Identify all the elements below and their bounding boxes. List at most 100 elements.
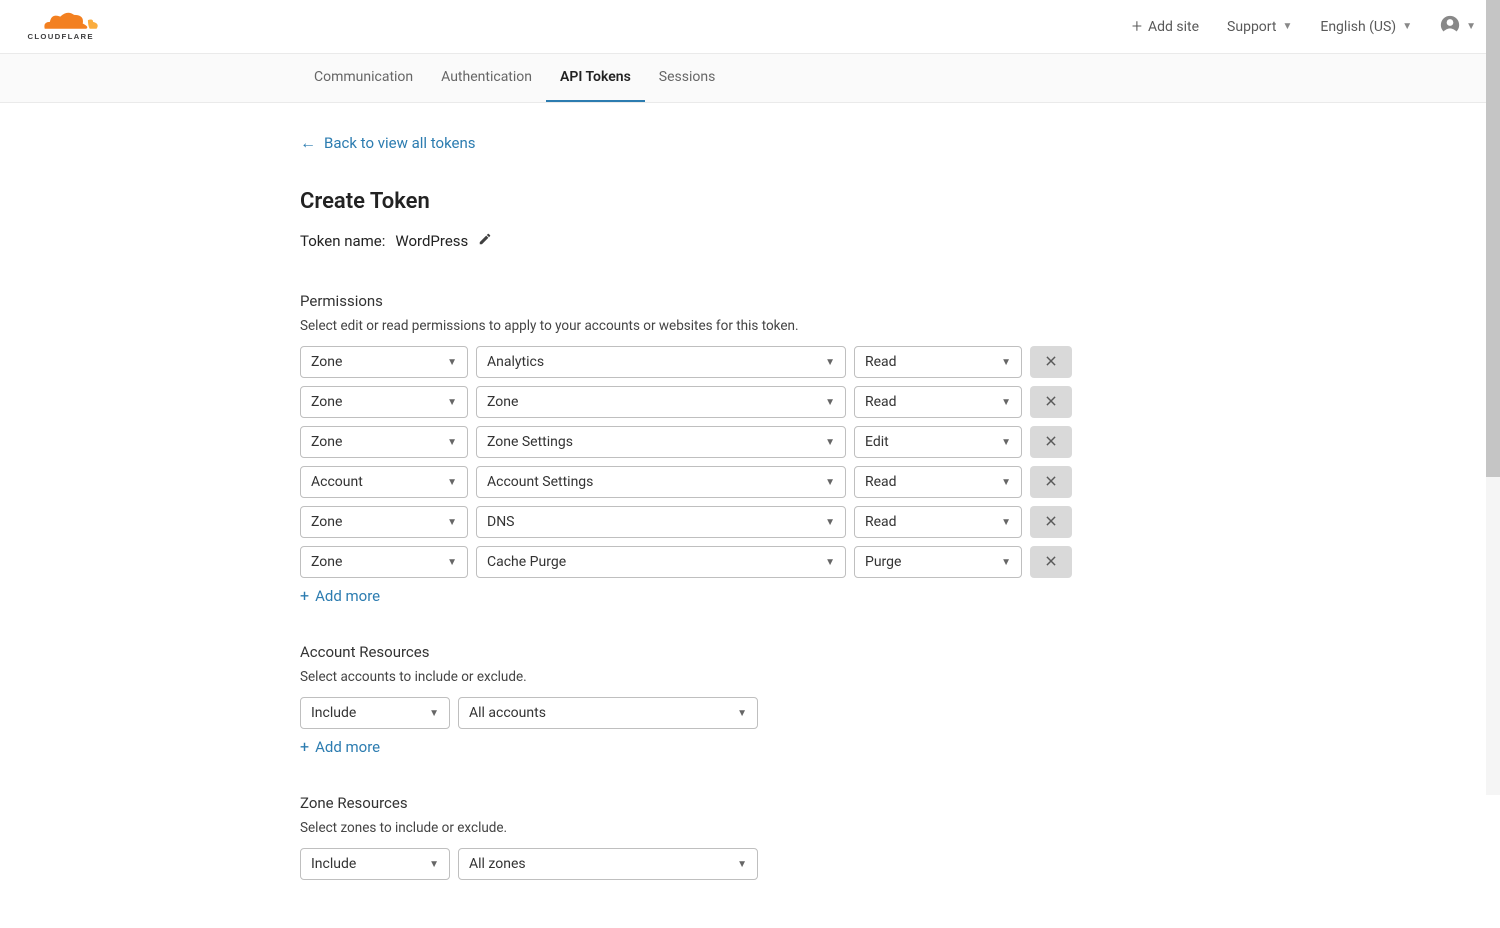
plus-icon: + bbox=[1132, 18, 1142, 36]
delete-row-button[interactable] bbox=[1030, 546, 1072, 578]
select-value: Read bbox=[865, 394, 897, 410]
edit-icon[interactable] bbox=[478, 232, 492, 250]
close-icon bbox=[1044, 394, 1058, 411]
select-value: Zone bbox=[311, 394, 342, 410]
caret-down-icon: ▼ bbox=[1466, 21, 1476, 32]
caret-down-icon: ▼ bbox=[1001, 477, 1011, 488]
caret-down-icon: ▼ bbox=[1001, 517, 1011, 528]
scope-select[interactable]: Account▼ bbox=[300, 466, 468, 498]
target-select[interactable]: All zones▼ bbox=[458, 848, 758, 880]
select-value: Zone bbox=[311, 434, 342, 450]
action-select[interactable]: Include▼ bbox=[300, 848, 450, 880]
top-header: CLOUDFLARE + Add site Support ▼ English … bbox=[0, 0, 1500, 54]
resource-select[interactable]: DNS▼ bbox=[476, 506, 846, 538]
add-site-link[interactable]: + Add site bbox=[1132, 18, 1199, 36]
support-dropdown[interactable]: Support ▼ bbox=[1227, 19, 1292, 35]
back-link[interactable]: ← Back to view all tokens bbox=[300, 133, 1200, 153]
select-value: Analytics bbox=[487, 354, 544, 370]
add-account-resource-button[interactable]: + Add more bbox=[300, 737, 1200, 756]
tab-sessions[interactable]: Sessions bbox=[645, 54, 730, 102]
add-permission-button[interactable]: + Add more bbox=[300, 586, 1200, 605]
access-select[interactable]: Edit ▼ bbox=[854, 426, 1022, 458]
select-value: Include bbox=[311, 705, 356, 721]
delete-row-button[interactable] bbox=[1030, 386, 1072, 418]
tab-authentication[interactable]: Authentication bbox=[427, 54, 546, 102]
select-value: Include bbox=[311, 856, 356, 872]
account-dropdown[interactable]: ▼ bbox=[1440, 15, 1476, 39]
caret-down-icon: ▼ bbox=[447, 397, 457, 408]
permission-row: Zone▼Zone▼Read▼ bbox=[300, 386, 1200, 418]
token-name-row: Token name: WordPress bbox=[300, 232, 1200, 250]
page-title: Create Token bbox=[300, 189, 1200, 214]
header-right: + Add site Support ▼ English (US) ▼ ▼ bbox=[1132, 15, 1476, 39]
access-select[interactable]: Purge▼ bbox=[854, 546, 1022, 578]
caret-down-icon: ▼ bbox=[1402, 21, 1412, 32]
access-select[interactable]: Read▼ bbox=[854, 386, 1022, 418]
scrollbar[interactable] bbox=[1486, 0, 1500, 795]
scope-select[interactable]: Zone▼ bbox=[300, 546, 468, 578]
permission-row: Zone▼Zone Settings▼Edit▼ bbox=[300, 426, 1200, 458]
permissions-desc: Select edit or read permissions to apply… bbox=[300, 318, 1200, 334]
select-value: Edit bbox=[865, 434, 889, 450]
caret-down-icon: ▼ bbox=[447, 477, 457, 488]
access-select[interactable]: Read▼ bbox=[854, 466, 1022, 498]
resource-select[interactable]: Account Settings▼ bbox=[476, 466, 846, 498]
caret-down-icon: ▼ bbox=[447, 357, 457, 368]
delete-row-button[interactable] bbox=[1030, 466, 1072, 498]
caret-down-icon: ▼ bbox=[737, 859, 747, 870]
account-resources-section: Account Resources Select accounts to inc… bbox=[300, 643, 1200, 756]
select-value: All accounts bbox=[469, 705, 546, 721]
tab-api-tokens[interactable]: API Tokens bbox=[546, 54, 645, 102]
select-value: Purge bbox=[865, 554, 901, 570]
plus-icon: + bbox=[300, 737, 309, 756]
resource-select[interactable]: Analytics▼ bbox=[476, 346, 846, 378]
caret-down-icon: ▼ bbox=[825, 437, 835, 448]
support-label: Support bbox=[1227, 19, 1276, 35]
svg-text:CLOUDFLARE: CLOUDFLARE bbox=[27, 32, 93, 41]
language-label: English (US) bbox=[1320, 19, 1396, 35]
caret-down-icon: ▼ bbox=[447, 557, 457, 568]
main-content: ← Back to view all tokens Create Token T… bbox=[300, 103, 1200, 928]
zone-resources-section: Zone Resources Select zones to include o… bbox=[300, 794, 1200, 880]
tab-communication[interactable]: Communication bbox=[300, 54, 427, 102]
close-icon bbox=[1044, 354, 1058, 371]
cloudflare-logo[interactable]: CLOUDFLARE bbox=[24, 11, 119, 43]
add-site-label: Add site bbox=[1148, 19, 1199, 35]
resource-select[interactable]: Cache Purge▼ bbox=[476, 546, 846, 578]
user-icon bbox=[1440, 15, 1460, 39]
target-select[interactable]: All accounts▼ bbox=[458, 697, 758, 729]
access-select[interactable]: Read▼ bbox=[854, 346, 1022, 378]
back-link-label: Back to view all tokens bbox=[324, 134, 476, 152]
close-icon bbox=[1044, 434, 1058, 451]
token-name-label: Token name: bbox=[300, 232, 385, 250]
resource-select[interactable]: Zone Settings▼ bbox=[476, 426, 846, 458]
account-resources-desc: Select accounts to include or exclude. bbox=[300, 669, 1200, 685]
scope-select[interactable]: Zone ▼ bbox=[300, 426, 468, 458]
delete-row-button[interactable] bbox=[1030, 346, 1072, 378]
scope-select[interactable]: Zone▼ bbox=[300, 346, 468, 378]
add-more-label: Add more bbox=[315, 738, 380, 756]
caret-down-icon: ▼ bbox=[447, 437, 457, 448]
zone-resources-desc: Select zones to include or exclude. bbox=[300, 820, 1200, 836]
close-icon bbox=[1044, 514, 1058, 531]
token-name-value: WordPress bbox=[395, 232, 468, 250]
access-select[interactable]: Read ▼ bbox=[854, 506, 1022, 538]
zone-resource-row: Include▼All zones▼ bbox=[300, 848, 1200, 880]
caret-down-icon: ▼ bbox=[1001, 437, 1011, 448]
close-icon bbox=[1044, 474, 1058, 491]
language-dropdown[interactable]: English (US) ▼ bbox=[1320, 19, 1412, 35]
select-value: Read bbox=[865, 514, 897, 530]
delete-row-button[interactable] bbox=[1030, 506, 1072, 538]
caret-down-icon: ▼ bbox=[825, 557, 835, 568]
scope-select[interactable]: Zone ▼ bbox=[300, 386, 468, 418]
zone-resources-title: Zone Resources bbox=[300, 794, 1200, 812]
caret-down-icon: ▼ bbox=[447, 517, 457, 528]
caret-down-icon: ▼ bbox=[1001, 357, 1011, 368]
action-select[interactable]: Include▼ bbox=[300, 697, 450, 729]
caret-down-icon: ▼ bbox=[825, 477, 835, 488]
permission-row: Zone▼Analytics▼Read▼ bbox=[300, 346, 1200, 378]
resource-select[interactable]: Zone▼ bbox=[476, 386, 846, 418]
scope-select[interactable]: Zone▼ bbox=[300, 506, 468, 538]
scrollbar-thumb[interactable] bbox=[1486, 0, 1500, 477]
delete-row-button[interactable] bbox=[1030, 426, 1072, 458]
